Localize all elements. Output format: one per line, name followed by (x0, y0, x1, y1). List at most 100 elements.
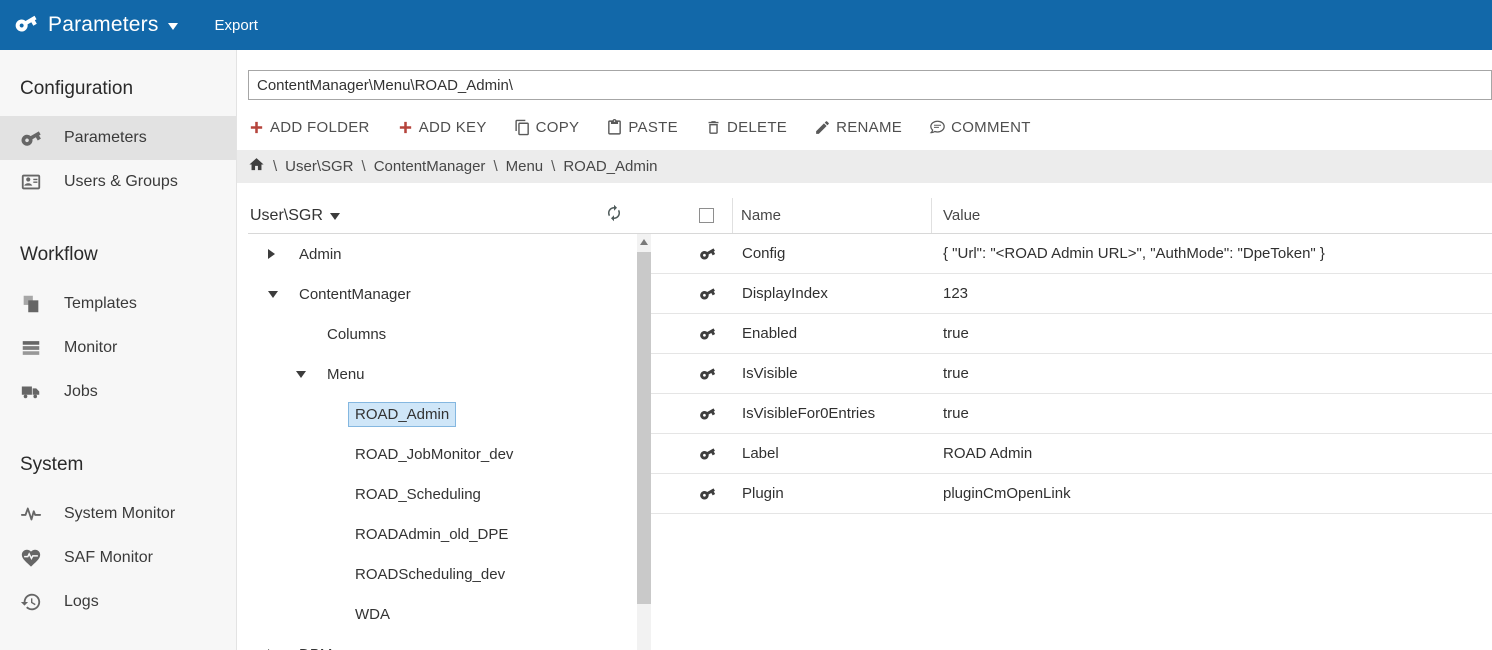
param-value: true (932, 365, 1492, 382)
breadcrumb-segment-road-admin[interactable]: ROAD_Admin (563, 158, 657, 175)
sidebar-item-label: Templates (64, 295, 137, 313)
param-row-config[interactable]: Config{ "Url": "<ROAD Admin URL>", "Auth… (651, 234, 1492, 274)
sidebar-item-label: Jobs (64, 383, 98, 401)
add-folder-button[interactable]: ADD FOLDER (248, 119, 370, 136)
tree-item-roadadmin-old-dpe[interactable]: ROADAdmin_old_DPE (248, 514, 637, 554)
sidebar-item-label: System Monitor (64, 505, 175, 523)
select-all-checkbox[interactable] (699, 208, 714, 223)
sidebar-item-templates[interactable]: Templates (0, 282, 236, 326)
tree-item-road-jobmonitor-dev[interactable]: ROAD_JobMonitor_dev (248, 434, 637, 474)
trash-icon (705, 119, 722, 136)
column-header-name[interactable]: Name (733, 198, 932, 233)
path-input[interactable] (248, 70, 1492, 100)
topbar-menu: Export (211, 11, 262, 40)
expand-arrow-icon[interactable] (266, 249, 292, 259)
button-label: COPY (536, 119, 580, 136)
tree-scrollbar[interactable] (637, 198, 651, 650)
tree-item-label: Columns (320, 322, 393, 347)
copy-button[interactable]: COPY (514, 119, 580, 136)
param-key-cell (651, 445, 733, 462)
sidebar-item-saf-monitor[interactable]: SAF Monitor (0, 536, 236, 580)
sidebar-item-jobs[interactable]: Jobs (0, 370, 236, 414)
param-name: Label (733, 445, 932, 462)
topbar-key-slot (0, 11, 38, 40)
param-key-cell (651, 245, 733, 262)
home-icon[interactable] (248, 156, 265, 173)
param-name: DisplayIndex (733, 285, 932, 302)
topbar: Parameters Export (0, 0, 1492, 50)
arrow-up-icon (640, 239, 648, 245)
comment-button[interactable]: COMMENT (929, 119, 1031, 136)
key-icon (699, 365, 716, 382)
tree-item-label: ROAD_JobMonitor_dev (348, 442, 520, 467)
key-icon (699, 445, 716, 462)
tree-item-admin[interactable]: Admin (248, 234, 637, 274)
param-row-isvisiblefor0entries[interactable]: IsVisibleFor0Entriestrue (651, 394, 1492, 434)
param-row-plugin[interactable]: PluginpluginCmOpenLink (651, 474, 1492, 514)
sidebar-item-users-groups[interactable]: Users & Groups (0, 160, 236, 204)
param-row-enabled[interactable]: Enabledtrue (651, 314, 1492, 354)
folder-tree: AdminContentManager Columns Menu ROAD_Admin… (248, 234, 637, 650)
tree-item-road-scheduling[interactable]: ROAD_Scheduling (248, 474, 637, 514)
key-icon (699, 325, 716, 342)
tree-item-road-admin[interactable]: ROAD_Admin (248, 394, 637, 434)
key-icon (699, 405, 716, 422)
pencil-icon (814, 119, 831, 136)
tree-item-wda[interactable]: WDA (248, 594, 637, 634)
key-icon (699, 285, 716, 302)
topbar-menu-export[interactable]: Export (211, 11, 262, 40)
breadcrumb: \User\SGR\ContentManager\Menu\ROAD_Admin (237, 150, 1492, 183)
collapse-arrow-icon[interactable] (266, 291, 292, 298)
plus-icon (397, 119, 414, 136)
app-title[interactable]: Parameters (48, 13, 159, 37)
delete-button[interactable]: DELETE (705, 119, 787, 136)
param-name: Enabled (733, 325, 932, 342)
chevron-down-icon[interactable] (168, 23, 178, 35)
param-value: { "Url": "<ROAD Admin URL>", "AuthMode":… (932, 245, 1492, 262)
breadcrumb-segment-user-sgr[interactable]: User\SGR (285, 158, 353, 175)
breadcrumb-segment-contentmanager[interactable]: ContentManager (374, 158, 486, 175)
tree-root-selector[interactable]: User\SGR (248, 207, 340, 225)
tree-item-label: Menu (320, 362, 372, 387)
sidebar-item-monitor[interactable]: Monitor (0, 326, 236, 370)
history-icon (20, 591, 42, 613)
tree-item-roadscheduling-dev[interactable]: ROADScheduling_dev (248, 554, 637, 594)
sidebar-heading-system: System (0, 414, 236, 492)
sidebar-item-label: Parameters (64, 129, 147, 147)
main-content: ADD FOLDER ADD KEY COPY PASTE DELETE RENAME CO… (237, 50, 1492, 650)
tree-item-contentmanager[interactable]: ContentManager (248, 274, 637, 314)
column-header-value[interactable]: Value (932, 198, 1492, 233)
jobs-truck-icon (20, 381, 42, 403)
tree-item-label: ROAD_Scheduling (348, 482, 488, 507)
scroll-up-button[interactable] (637, 234, 651, 249)
rename-button[interactable]: RENAME (814, 119, 902, 136)
tree-item-columns[interactable]: Columns (248, 314, 637, 354)
param-value: 123 (932, 285, 1492, 302)
button-label: ADD KEY (419, 119, 487, 136)
param-name: IsVisibleFor0Entries (733, 405, 932, 422)
collapse-arrow-icon[interactable] (294, 371, 320, 378)
paste-button[interactable]: PASTE (606, 119, 678, 136)
tree-item-label: ROADAdmin_old_DPE (348, 522, 515, 547)
tree-item-menu[interactable]: Menu (248, 354, 637, 394)
scroll-thumb[interactable] (637, 252, 651, 604)
param-row-isvisible[interactable]: IsVisibletrue (651, 354, 1492, 394)
tree-item-dbm[interactable]: DBM (248, 634, 637, 650)
sidebar-item-parameters[interactable]: Parameters (0, 116, 236, 160)
tree-item-label: ROADScheduling_dev (348, 562, 512, 587)
content-panes: User\SGR AdminContentManager Columns Menu R… (237, 198, 1492, 650)
param-key-cell (651, 365, 733, 382)
add-key-button[interactable]: ADD KEY (397, 119, 487, 136)
scrollbar-track[interactable] (637, 234, 651, 650)
param-key-cell (651, 325, 733, 342)
refresh-icon[interactable] (605, 204, 623, 222)
sidebar-item-system-monitor[interactable]: System Monitor (0, 492, 236, 536)
param-name: Config (733, 245, 932, 262)
param-row-displayindex[interactable]: DisplayIndex123 (651, 274, 1492, 314)
tree-item-label: ROAD_Admin (348, 402, 456, 427)
breadcrumb-segment-menu[interactable]: Menu (506, 158, 544, 175)
users-card-icon (20, 171, 42, 193)
sidebar-item-logs[interactable]: Logs (0, 580, 236, 624)
param-row-label[interactable]: LabelROAD Admin (651, 434, 1492, 474)
toolbar: ADD FOLDER ADD KEY COPY PASTE DELETE RENAME CO… (248, 113, 1492, 141)
